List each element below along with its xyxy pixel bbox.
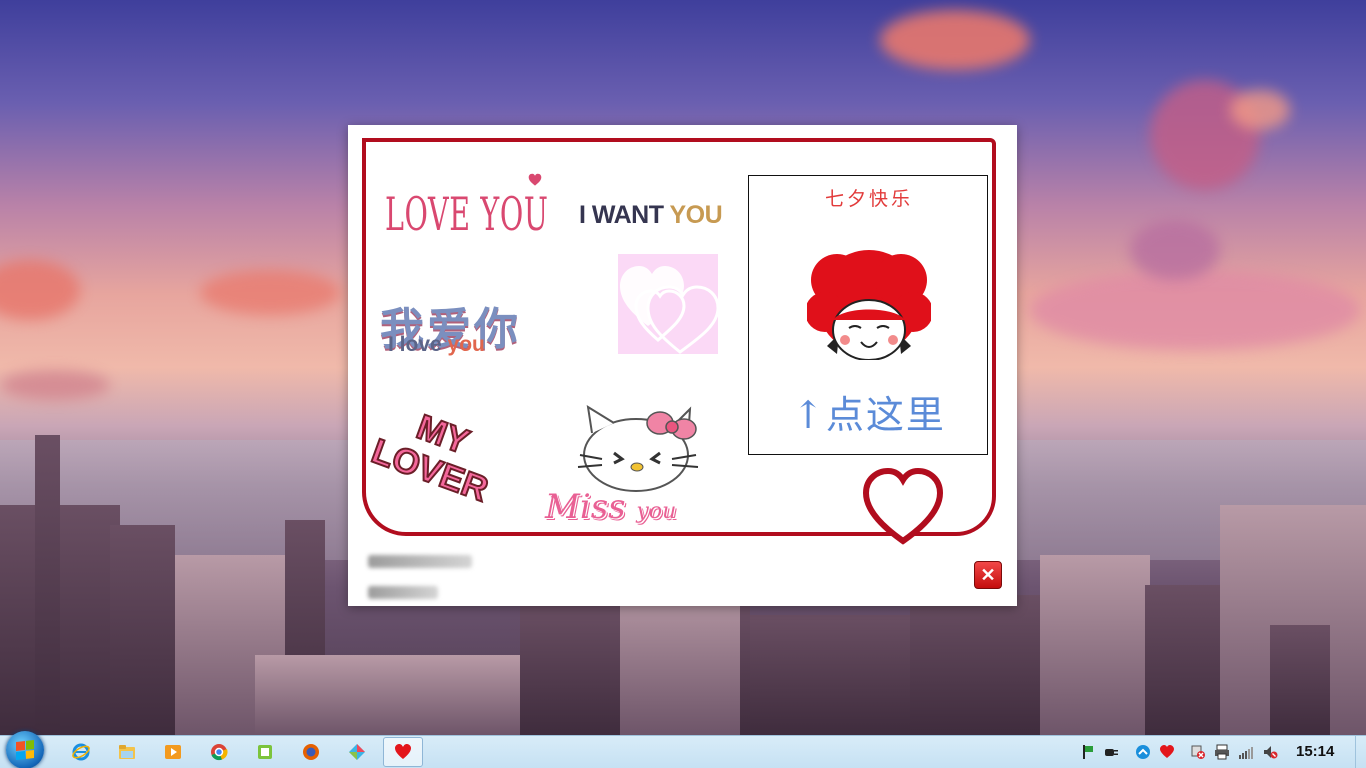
- i-want-you-sticker: I WANT YOU: [579, 201, 723, 230]
- taskbar-gem-app[interactable]: [337, 737, 377, 767]
- internet-explorer-icon: [72, 743, 90, 761]
- blurred-info-line: [368, 555, 472, 568]
- mascot-girl-icon[interactable]: [807, 250, 931, 360]
- taskbar: 15:14: [0, 731, 1366, 768]
- media-player-icon: [165, 745, 181, 759]
- miss-you-text: you: [636, 499, 677, 524]
- signal-icon[interactable]: [1238, 744, 1254, 760]
- wallpaper-cloud: [200, 270, 340, 315]
- wallpaper-building: [255, 655, 520, 735]
- wallpaper-cloud: [880, 10, 1030, 70]
- i-love-you-you-text: you: [447, 333, 485, 356]
- show-desktop-button[interactable]: [1355, 736, 1366, 768]
- taskbar-clock[interactable]: 15:14: [1296, 743, 1334, 760]
- windows-logo-icon: [16, 740, 34, 760]
- taskbar-chrome[interactable]: [199, 737, 239, 767]
- firefox-icon: [303, 744, 319, 760]
- start-button[interactable]: [6, 731, 44, 768]
- you-text: YOU: [669, 201, 723, 229]
- taskbar-media-player[interactable]: [153, 737, 193, 767]
- click-here-hint[interactable]: ↑点这里: [749, 384, 989, 439]
- wallpaper-cloud: [1230, 90, 1290, 130]
- pink-hearts-sticker: [618, 254, 720, 354]
- wallpaper-building: [1040, 555, 1150, 735]
- i-love-you-sticker: I love you: [388, 333, 485, 357]
- heart-app-icon: [395, 744, 411, 759]
- taskbar-heart-app[interactable]: [383, 737, 423, 767]
- chrome-icon: [211, 744, 228, 761]
- wallpaper-building: [750, 615, 910, 735]
- wallpaper-building: [620, 585, 740, 735]
- flag-icon[interactable]: [1080, 744, 1096, 760]
- volume-icon[interactable]: [1262, 744, 1278, 760]
- network-icon[interactable]: [1190, 744, 1206, 760]
- small-heart-icon: [528, 173, 542, 186]
- power-plug-icon[interactable]: [1103, 744, 1119, 760]
- wallpaper-building: [1270, 625, 1330, 735]
- heart-icon[interactable]: [1159, 744, 1175, 760]
- qixi-card[interactable]: 七夕快乐 ↑点这里: [748, 175, 988, 455]
- wallpaper-building: [910, 595, 1040, 735]
- wallpaper-building: [35, 435, 60, 735]
- i-love-text: I love: [388, 333, 448, 356]
- wallpaper-building: [110, 525, 175, 735]
- miss-you-sticker: Miss you: [545, 487, 676, 527]
- card-title: 七夕快乐: [824, 188, 913, 210]
- wallpaper-cloud: [1030, 270, 1360, 350]
- greeting-popup: LOVE YOU I WANT YOU 我爱你 I love you MY LO…: [348, 125, 1017, 606]
- taskbar-firefox[interactable]: [291, 737, 331, 767]
- taskbar-internet-explorer[interactable]: [61, 737, 101, 767]
- taskbar-file-explorer[interactable]: [107, 737, 147, 767]
- love-you-sticker: LOVE YOU: [385, 187, 549, 241]
- printer-icon[interactable]: [1214, 744, 1230, 760]
- wallpaper-cloud: [0, 260, 80, 320]
- wallpaper-building: [1145, 585, 1220, 735]
- frame-heart-icon: [862, 467, 944, 545]
- arrow-up-icon[interactable]: [1135, 744, 1151, 760]
- miss-text: Miss: [545, 487, 637, 527]
- blurred-info-line: [368, 586, 438, 599]
- i-want-text: I WANT: [579, 201, 670, 229]
- wallpaper-building: [0, 505, 120, 735]
- hearts-icon: [620, 266, 720, 354]
- green-app-icon: [258, 745, 272, 759]
- wallpaper-cloud: [0, 370, 110, 400]
- folder-icon: [119, 745, 135, 759]
- close-button[interactable]: ✕: [974, 561, 1002, 589]
- wallpaper-cloud: [1130, 220, 1220, 280]
- love-you-text: LOVE YOU: [385, 187, 549, 241]
- gem-app-icon: [349, 744, 365, 760]
- taskbar-green-app[interactable]: [245, 737, 285, 767]
- kitty-icon: [577, 405, 699, 492]
